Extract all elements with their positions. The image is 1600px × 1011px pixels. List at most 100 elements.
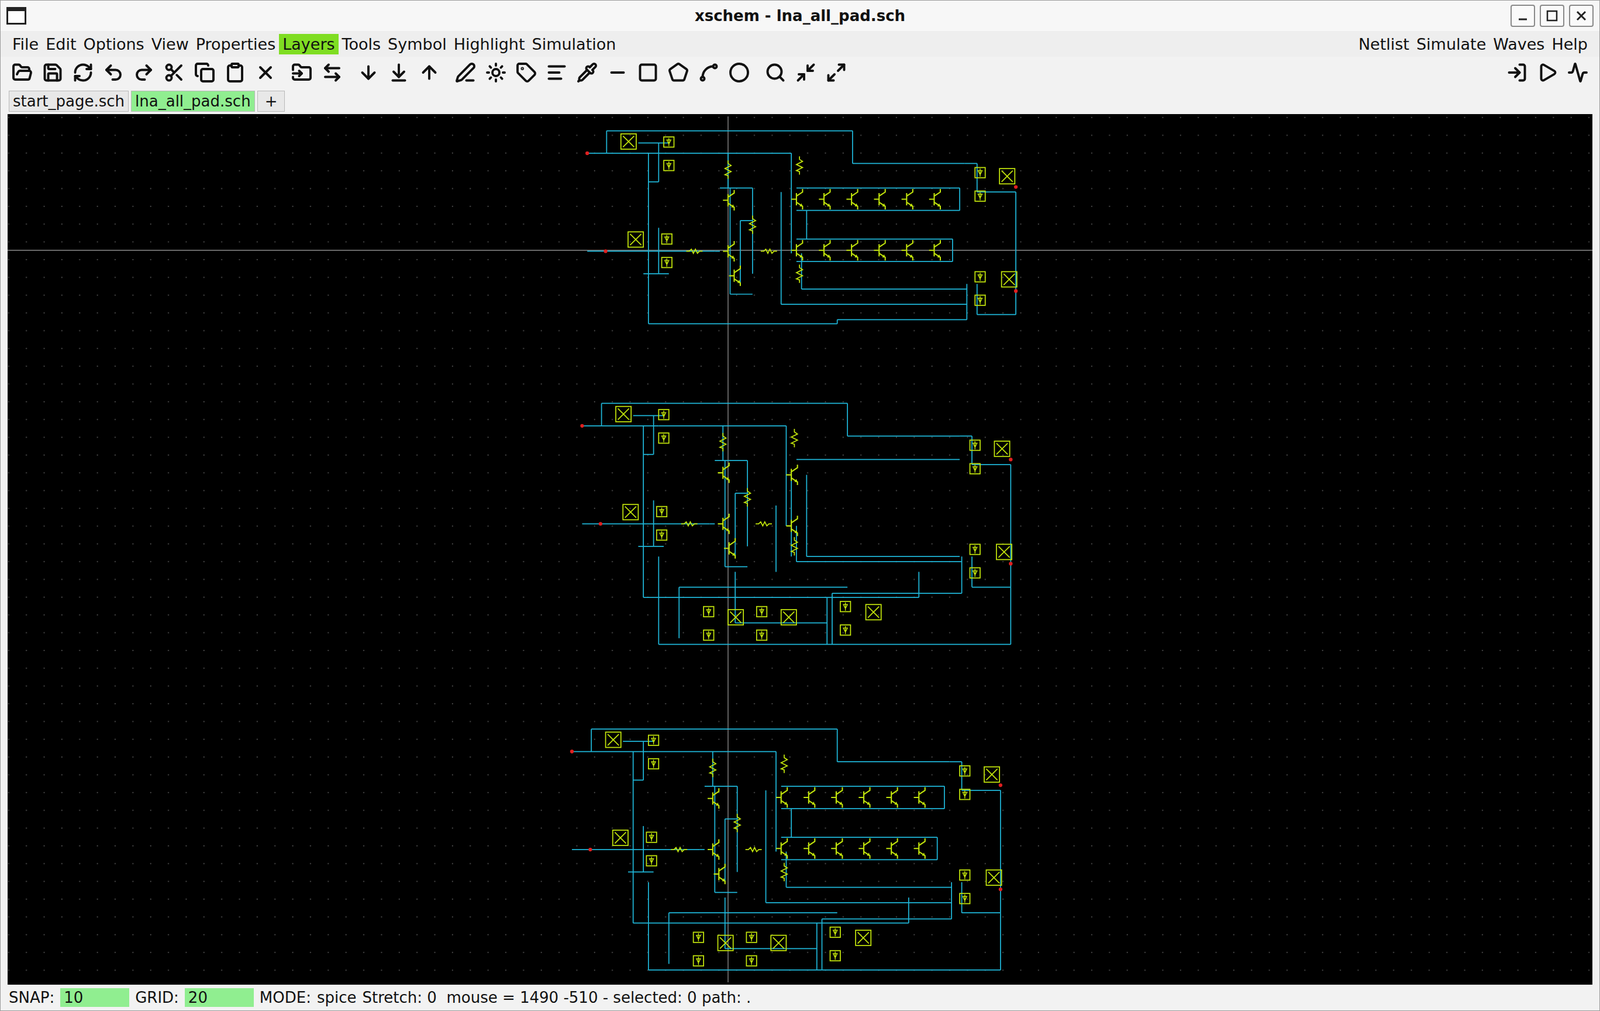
pad-symbol[interactable] — [605, 731, 622, 747]
transistor-symbol[interactable] — [858, 838, 870, 859]
transistor-symbol[interactable] — [830, 838, 843, 859]
toolbar-button[interactable] — [1533, 59, 1561, 86]
transistor-symbol[interactable] — [714, 863, 726, 884]
schematic-canvas[interactable] — [7, 114, 1593, 985]
resistor-symbol[interactable] — [749, 215, 756, 234]
lna-circuit[interactable] — [570, 728, 1003, 970]
transistor-symbol[interactable] — [929, 188, 941, 210]
menu-item[interactable]: Simulate — [1412, 33, 1490, 55]
transistor-symbol[interactable] — [874, 239, 886, 261]
esd-symbol[interactable] — [646, 855, 657, 866]
resistor-symbol[interactable] — [796, 264, 803, 283]
pad-symbol[interactable] — [718, 935, 734, 951]
transistor-symbol[interactable] — [776, 838, 788, 859]
toolbar-button[interactable] — [160, 59, 188, 86]
toolbar-button[interactable] — [1564, 59, 1592, 86]
resistor-symbol[interactable] — [733, 813, 740, 832]
toolbar-button[interactable] — [1503, 59, 1531, 86]
esd-symbol[interactable] — [656, 506, 667, 517]
menu-item[interactable]: Edit — [42, 33, 80, 55]
menu-item[interactable]: Layers — [278, 33, 339, 55]
transistor-symbol[interactable] — [885, 838, 898, 859]
esd-symbol[interactable] — [661, 257, 672, 268]
grid-field[interactable]: 20 — [184, 987, 254, 1007]
lna-circuit[interactable] — [580, 402, 1013, 644]
esd-symbol[interactable] — [840, 624, 851, 635]
toolbar-button[interactable] — [221, 59, 249, 86]
esd-symbol[interactable] — [703, 629, 714, 640]
pin-marker[interactable] — [580, 423, 584, 428]
esd-symbol[interactable] — [663, 160, 674, 171]
transistor-symbol[interactable] — [776, 787, 788, 808]
transistor-symbol[interactable] — [791, 188, 803, 210]
pad-symbol[interactable] — [855, 929, 871, 946]
resistor-symbol[interactable] — [791, 428, 798, 447]
resistor-symbol[interactable] — [744, 487, 751, 506]
esd-symbol[interactable] — [970, 543, 981, 554]
minimize-button[interactable] — [1510, 4, 1536, 27]
toolbar-button[interactable] — [191, 59, 219, 86]
pad-symbol[interactable] — [984, 766, 1000, 782]
esd-symbol[interactable] — [974, 294, 985, 305]
esd-symbol[interactable] — [646, 831, 657, 842]
transistor-symbol[interactable] — [718, 513, 730, 534]
pad-symbol[interactable] — [621, 133, 637, 150]
menu-item[interactable]: Tools — [338, 33, 385, 55]
esd-symbol[interactable] — [970, 463, 981, 474]
toolbar-button[interactable] — [354, 59, 382, 86]
transistor-symbol[interactable] — [885, 787, 898, 808]
esd-symbol[interactable] — [661, 233, 672, 244]
pin-marker[interactable] — [585, 151, 589, 155]
snap-field[interactable]: 10 — [60, 987, 130, 1007]
esd-symbol[interactable] — [959, 765, 970, 776]
menu-item[interactable]: File — [8, 33, 43, 55]
pad-symbol[interactable] — [615, 406, 631, 422]
menu-item[interactable]: Properties — [192, 33, 279, 55]
pad-symbol[interactable] — [985, 869, 1002, 885]
pad-symbol[interactable] — [996, 543, 1012, 560]
toolbar-button[interactable] — [69, 59, 97, 86]
esd-symbol[interactable] — [703, 606, 714, 617]
toolbar-button[interactable] — [482, 59, 510, 86]
esd-symbol[interactable] — [658, 409, 669, 420]
menu-item[interactable]: Options — [79, 33, 148, 55]
pad-symbol[interactable] — [628, 231, 644, 247]
resistor-symbol[interactable] — [725, 160, 731, 179]
pin-marker[interactable] — [1014, 184, 1018, 189]
schematic-tab[interactable]: start_page.sch — [8, 90, 129, 112]
esd-symbol[interactable] — [970, 567, 981, 578]
toolbar-button[interactable] — [130, 59, 158, 86]
transistor-symbol[interactable] — [914, 787, 926, 808]
transistor-symbol[interactable] — [785, 464, 798, 485]
transistor-symbol[interactable] — [914, 838, 926, 859]
resistor-symbol[interactable] — [781, 862, 788, 881]
menu-item[interactable]: Netlist — [1354, 33, 1413, 55]
pad-symbol[interactable] — [866, 604, 882, 620]
resistor-symbol[interactable] — [796, 156, 803, 175]
esd-symbol[interactable] — [970, 439, 981, 450]
pad-symbol[interactable] — [612, 829, 629, 846]
resistor-symbol[interactable] — [709, 758, 716, 777]
esd-symbol[interactable] — [693, 955, 704, 966]
toolbar-button[interactable] — [634, 59, 662, 86]
pad-symbol[interactable] — [770, 935, 786, 951]
pad-symbol[interactable] — [622, 504, 639, 520]
transistor-symbol[interactable] — [929, 239, 941, 261]
transistor-symbol[interactable] — [874, 188, 886, 210]
transistor-symbol[interactable] — [803, 838, 815, 859]
esd-symbol[interactable] — [648, 758, 659, 769]
esd-symbol[interactable] — [746, 931, 757, 942]
pin-marker[interactable] — [1008, 561, 1013, 565]
toolbar-button[interactable] — [288, 59, 316, 86]
toolbar-button[interactable] — [39, 59, 67, 86]
transistor-symbol[interactable] — [830, 787, 843, 808]
toolbar-button[interactable] — [792, 59, 820, 86]
transistor-symbol[interactable] — [722, 190, 734, 211]
toolbar-button[interactable] — [318, 59, 346, 86]
lna-circuit[interactable] — [585, 130, 1018, 324]
toolbar-button[interactable] — [543, 59, 571, 86]
transistor-symbol[interactable] — [818, 239, 830, 261]
transistor-symbol[interactable] — [729, 265, 741, 286]
esd-symbol[interactable] — [648, 735, 659, 746]
pin-marker[interactable] — [603, 249, 608, 253]
